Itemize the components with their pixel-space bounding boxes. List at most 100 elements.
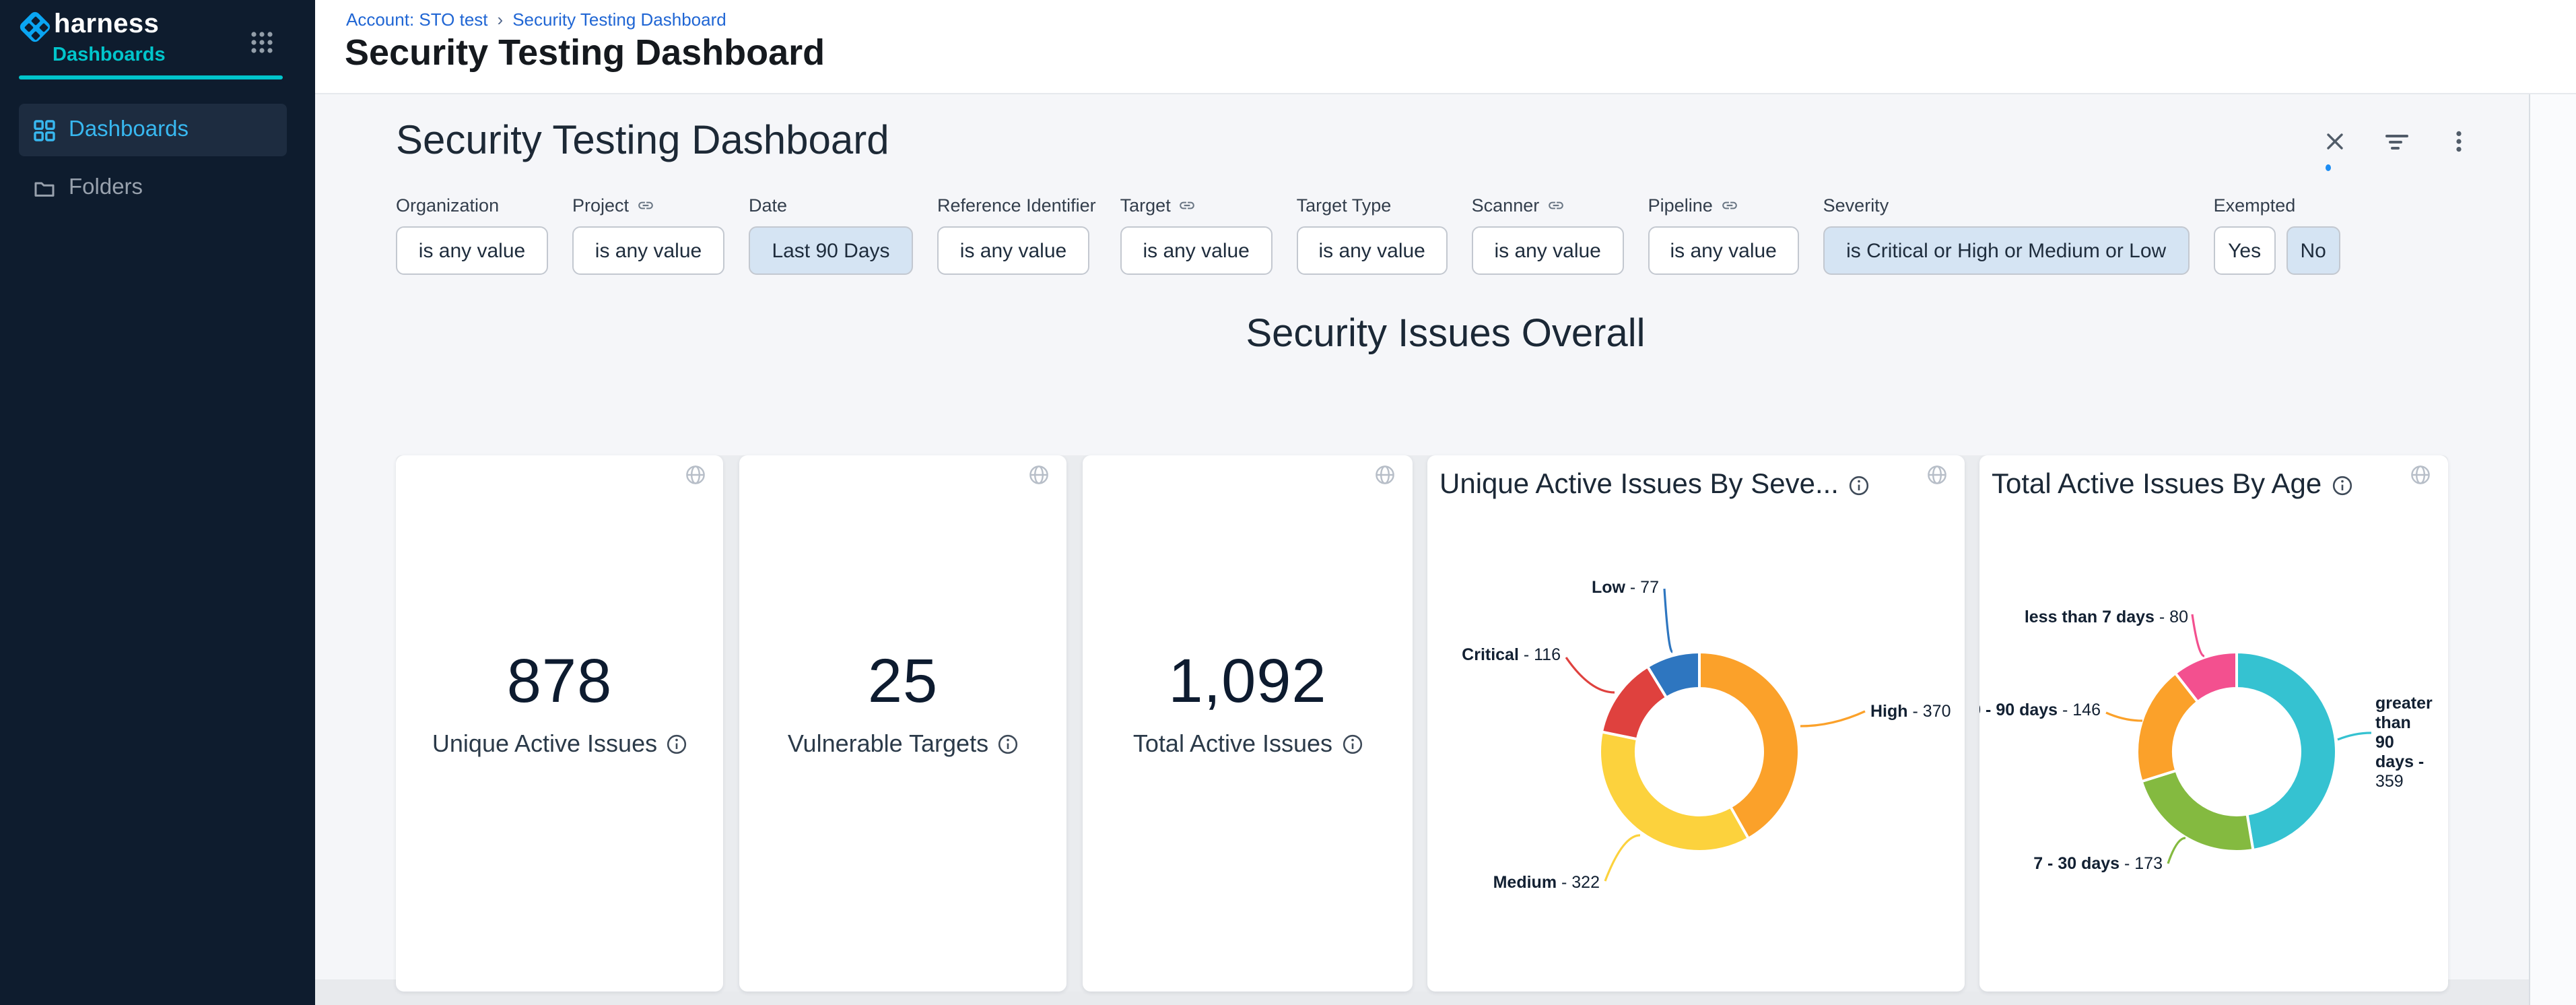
filter-value[interactable]: is any value <box>572 226 724 275</box>
globe-icon[interactable] <box>685 465 706 485</box>
filter-reference-identifier: Reference Identifier is any value <box>937 194 1096 275</box>
donut-slice-7-30-days[interactable] <box>2142 771 2253 851</box>
stat-value: 25 <box>739 644 1066 717</box>
filter-scanner: Scanner is any value <box>1472 194 1624 275</box>
filter-organization: Organization is any value <box>396 194 548 275</box>
close-icon[interactable] <box>2323 129 2347 154</box>
stat-card-vulnerable-targets: 25 Vulnerable Targets <box>739 455 1066 992</box>
filter-label: Pipeline <box>1648 194 1799 216</box>
filter-label: Date <box>749 194 913 216</box>
sidebar-item-label: Dashboards <box>69 117 189 143</box>
donut-label-7-30-days: 7 - 30 days - 173 <box>2033 854 2163 873</box>
filter-label: Target <box>1120 194 1273 216</box>
filter-option-no[interactable]: No <box>2286 226 2340 275</box>
donut-label-less-than-7-days: less than 7 days - 80 <box>2025 608 2188 626</box>
label-leader-line <box>1664 589 1672 652</box>
stat-label: Total Active Issues <box>1133 730 1332 758</box>
label-leader-line <box>1566 657 1615 692</box>
donut-slice-medium[interactable] <box>1600 732 1749 851</box>
filter-label: Project <box>572 194 724 216</box>
donut-label-medium: Medium - 322 <box>1493 873 1600 892</box>
sidebar-divider <box>19 75 283 79</box>
filter-label: Organization <box>396 194 548 216</box>
breadcrumb-chevron-icon: › <box>498 9 504 30</box>
label-leader-line <box>1800 711 1865 726</box>
label-leader-line <box>2168 838 2185 864</box>
filter-exempted: Exempted YesNo <box>2214 194 2340 275</box>
stat-card-unique-active-issues: 878 Unique Active Issues <box>396 455 723 992</box>
donut-label-critical: Critical - 116 <box>1462 645 1561 664</box>
filter-value[interactable]: is any value <box>396 226 548 275</box>
link-icon <box>637 196 654 214</box>
filter-severity: Severity is Critical or High or Medium or… <box>1823 194 2190 275</box>
filter-project: Project is any value <box>572 194 724 275</box>
globe-icon[interactable] <box>1375 465 1395 485</box>
donut-slice-high[interactable] <box>1699 652 1799 839</box>
label-leader-line <box>2338 733 2371 740</box>
filter-value[interactable]: is any value <box>1120 226 1273 275</box>
chart-card-issues-by-age: Total Active Issues By Age greaterthan90… <box>1979 455 2448 992</box>
filter-icon[interactable] <box>2385 129 2409 154</box>
app-grid-icon[interactable] <box>250 31 273 54</box>
stat-value: 878 <box>396 644 723 717</box>
filter-value[interactable]: is any value <box>1648 226 1799 275</box>
label-leader-line <box>1605 835 1640 881</box>
donut-label-30-90-days: 30 - 90 days - 146 <box>1979 701 2101 719</box>
donut-slice-greater-than-90-days[interactable] <box>2237 652 2336 850</box>
label-leader-line <box>2192 614 2204 656</box>
chart-card-issues-by-severity: Unique Active Issues By Seve... High - 3… <box>1427 455 1965 992</box>
product-name: Dashboards <box>53 44 166 66</box>
globe-icon[interactable] <box>1029 465 1049 485</box>
stat-value: 1,092 <box>1083 644 1413 717</box>
label-leader-line <box>2106 713 2142 721</box>
filter-value[interactable]: Last 90 Days <box>749 226 913 275</box>
donut-chart-severity: High - 370 Medium - 322 Critical - 116 Low … <box>1427 455 1965 992</box>
scrollbar-track[interactable] <box>2529 94 2576 1005</box>
filter-label: Severity <box>1823 194 2190 216</box>
kebab-menu-icon[interactable] <box>2447 129 2471 154</box>
link-icon <box>1721 196 1738 214</box>
sidebar-item-dashboards[interactable]: Dashboards <box>19 104 287 156</box>
cursor-dot <box>2326 164 2331 171</box>
info-icon[interactable] <box>667 734 687 754</box>
breadcrumb-dashboard-link[interactable]: Security Testing Dashboard <box>512 9 726 30</box>
donut-label-greater-than-90-days: greaterthan90days -359 <box>2375 694 2433 791</box>
filter-value[interactable]: is Critical or High or Medium or Low <box>1823 226 2190 275</box>
filter-bar: Organization is any value Project is any va… <box>396 194 2365 275</box>
harness-logo-icon[interactable] <box>20 12 51 43</box>
filter-date: Date Last 90 Days <box>749 194 913 275</box>
donut-label-high: High - 370 <box>1870 702 1951 721</box>
filter-option-yes[interactable]: Yes <box>2214 226 2276 275</box>
filter-target: Target is any value <box>1120 194 1273 275</box>
top-header: Account: STO test › Security Testing Das… <box>315 0 2576 94</box>
brand-name[interactable]: harness <box>54 9 159 40</box>
info-icon[interactable] <box>998 734 1018 754</box>
filter-pipeline: Pipeline is any value <box>1648 194 1799 275</box>
dashboard-actions <box>2323 129 2471 154</box>
page-title: Security Testing Dashboard <box>345 32 825 74</box>
donut-label-low: Low - 77 <box>1592 578 1659 597</box>
breadcrumb: Account: STO test › Security Testing Das… <box>346 9 726 30</box>
filter-value[interactable]: is any value <box>937 226 1089 275</box>
sidebar-item-folders[interactable]: Folders <box>19 162 287 214</box>
sidebar: harness Dashboards Dashboards Folders <box>0 0 315 1005</box>
filter-value[interactable]: is any value <box>1472 226 1624 275</box>
link-icon <box>1547 196 1565 214</box>
stat-label: Vulnerable Targets <box>788 730 988 758</box>
donut-chart-age: greaterthan90days -359 7 - 30 days - 173 3… <box>1979 455 2448 992</box>
folder-icon <box>34 177 55 199</box>
filter-label: Reference Identifier <box>937 194 1096 216</box>
dashboards-icon <box>34 119 55 141</box>
link-icon <box>1179 196 1196 214</box>
section-title: Security Issues Overall <box>315 313 2576 357</box>
sidebar-item-label: Folders <box>69 175 143 201</box>
filter-label: Target Type <box>1297 194 1448 216</box>
info-icon[interactable] <box>1342 734 1362 754</box>
dashboard-panel-title: Security Testing Dashboard <box>396 119 889 164</box>
stat-card-total-active-issues: 1,092 Total Active Issues <box>1083 455 1413 992</box>
stat-label: Unique Active Issues <box>432 730 657 758</box>
filter-label: Scanner <box>1472 194 1624 216</box>
breadcrumb-account-link[interactable]: Account: STO test <box>346 9 488 30</box>
filter-value[interactable]: is any value <box>1297 226 1448 275</box>
filter-label: Exempted <box>2214 194 2340 216</box>
